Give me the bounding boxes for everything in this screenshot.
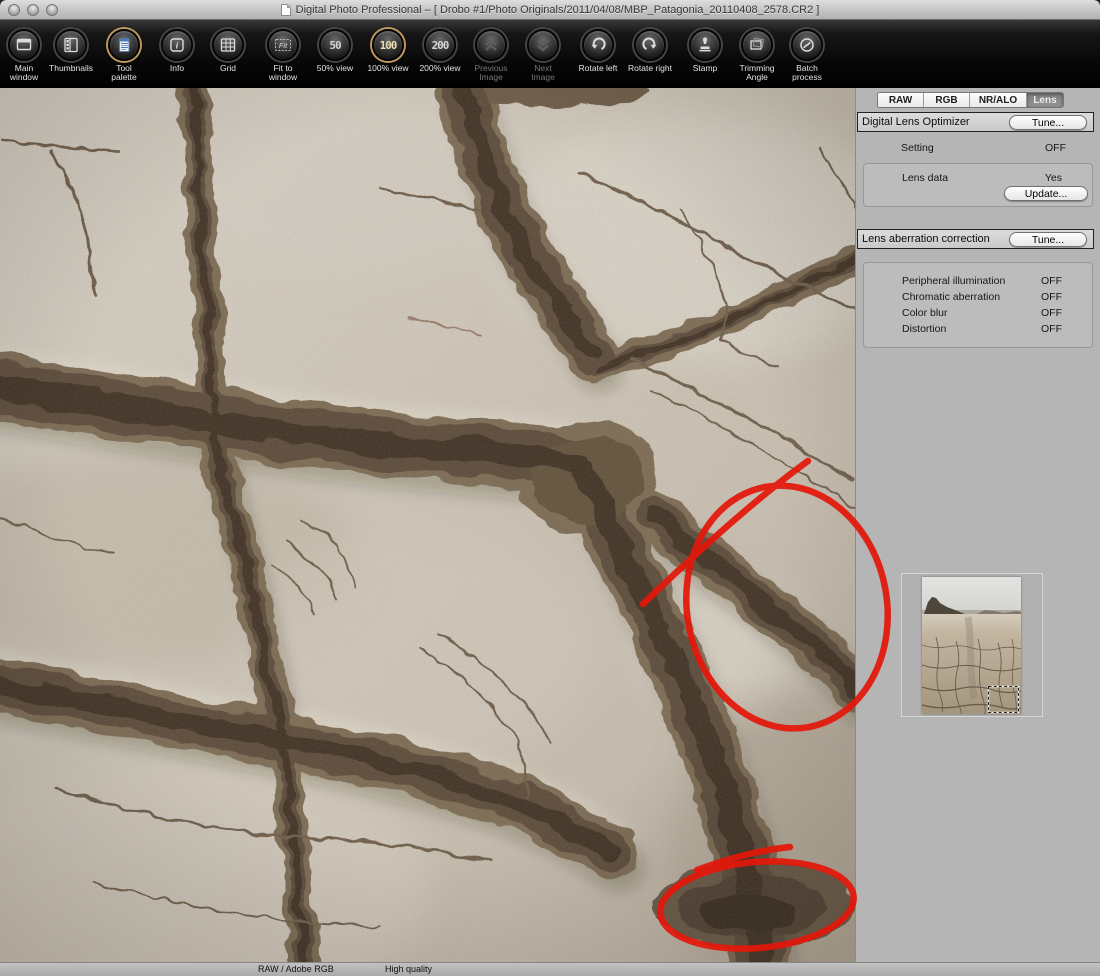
toolbar-label: 200% view [411, 64, 469, 73]
color-space-status: RAW / Adobe RGB [258, 964, 334, 974]
svg-text:Fit: Fit [279, 41, 288, 50]
rotate-right-icon [641, 36, 659, 54]
titlebar: Digital Photo Professional – [ Drobo #1/… [0, 0, 1100, 20]
lac-title: Lens aberration correction [858, 233, 990, 245]
peripheral-illumination-value: OFF [1041, 275, 1062, 287]
next-image-icon [534, 36, 552, 54]
toolbar-label: Previous Image [462, 64, 520, 82]
toolbar-label: Tool palette [95, 64, 153, 82]
chromatic-aberration-label: Chromatic aberration [902, 291, 1000, 303]
photo-thumbnail[interactable] [922, 577, 1021, 714]
toolbar-label: Info [148, 64, 206, 73]
distortion-label: Distortion [902, 323, 946, 335]
toolbar-label: Stamp [676, 64, 734, 73]
grid-icon [219, 36, 237, 54]
toolbar-button-info[interactable]: i Info [148, 29, 206, 73]
content-area: RAW RGB NR/ALO Lens Digital Lens Optimiz… [0, 88, 1100, 962]
chromatic-aberration-value: OFF [1041, 291, 1062, 303]
toolbar-label: 50% view [306, 64, 364, 73]
peripheral-illumination-label: Peripheral illumination [902, 275, 1005, 287]
lens-data-value: Yes [1045, 172, 1062, 184]
toolbar-button-stamp[interactable]: Stamp [676, 29, 734, 73]
quality-status: High quality [385, 964, 432, 974]
color-blur-value: OFF [1041, 307, 1062, 319]
fit-to-window-icon: Fit [273, 36, 293, 54]
setting-value: OFF [1045, 142, 1066, 154]
toolbar-label: Rotate right [621, 64, 679, 73]
toolbar-label: Thumbnails [42, 64, 100, 73]
document-icon [281, 4, 291, 16]
window-title-area: Digital Photo Professional – [ Drobo #1/… [0, 0, 1100, 20]
tab-lens[interactable]: Lens [1027, 93, 1063, 107]
tool-palette-panel: RAW RGB NR/ALO Lens Digital Lens Optimiz… [855, 88, 1100, 962]
toolbar-label: Next Image [514, 64, 572, 82]
dlo-title: Digital Lens Optimizer [858, 116, 970, 128]
toolbar-button-rotate-right[interactable]: Rotate right [621, 29, 679, 73]
tab-raw[interactable]: RAW [878, 93, 924, 107]
toolbar-button-tool-palette[interactable]: Tool palette [95, 29, 153, 82]
window-title: Digital Photo Professional – [ Drobo #1/… [296, 4, 820, 16]
distortion-value: OFF [1041, 323, 1062, 335]
rotate-left-icon [589, 36, 607, 54]
batch-process-icon [798, 36, 816, 54]
toolbar-button-rotate-left[interactable]: Rotate left [569, 29, 627, 73]
svg-text:i: i [176, 42, 179, 52]
navigator-thumbnail-box [901, 573, 1043, 717]
lens-data-box: Lens data Yes Update... [863, 163, 1093, 207]
toolbar-button-grid[interactable]: Grid [199, 29, 257, 73]
toolbar-button-previous-image[interactable]: Previous Image [462, 29, 520, 82]
toolbar-button-100-view[interactable]: 100 100% view [359, 29, 417, 73]
toolbar-button-50-view[interactable]: 50 50% view [306, 29, 364, 73]
toolbar-label: Fit to window [254, 64, 312, 82]
statusbar: RAW / Adobe RGB High quality [0, 962, 1100, 976]
lac-box: Peripheral illumination OFF Chromatic ab… [863, 262, 1093, 348]
toolbar-label: Batch process [778, 64, 836, 82]
toolbar: Main window Thumbnails Tool palette i In… [0, 20, 1100, 88]
zoom-50-icon: 50 [329, 39, 340, 52]
dlo-tune-button[interactable]: Tune... [1009, 115, 1087, 130]
dlo-header: Digital Lens Optimizer Tune... [857, 112, 1094, 132]
tab-nr-alo[interactable]: NR/ALO [970, 93, 1027, 107]
toolbar-label: Rotate left [569, 64, 627, 73]
info-icon: i [168, 36, 186, 54]
lens-data-update-button[interactable]: Update... [1004, 186, 1088, 201]
tab-rgb[interactable]: RGB [924, 93, 970, 107]
zoom-100-icon: 100 [380, 39, 397, 52]
toolbar-label: Grid [199, 64, 257, 73]
previous-image-icon [482, 36, 500, 54]
zoom-200-icon: 200 [432, 39, 449, 52]
lens-data-label: Lens data [902, 172, 948, 184]
mud-photo [0, 88, 855, 962]
toolbar-button-batch-process[interactable]: Batch process [778, 29, 836, 82]
lac-header: Lens aberration correction Tune... [857, 229, 1094, 249]
main-window-icon [15, 36, 33, 54]
toolbar-button-200-view[interactable]: 200 200% view [411, 29, 469, 73]
color-blur-label: Color blur [902, 307, 948, 319]
trimming-angle-icon [748, 36, 766, 54]
image-viewer[interactable] [0, 88, 855, 962]
thumbnails-icon [62, 36, 80, 54]
toolbar-button-next-image[interactable]: Next Image [514, 29, 572, 82]
tool-palette-icon [115, 36, 133, 54]
stamp-icon [696, 36, 714, 54]
dpp-window: Digital Photo Professional – [ Drobo #1/… [0, 0, 1100, 976]
toolbar-button-thumbnails[interactable]: Thumbnails [42, 29, 100, 73]
palette-tabs: RAW RGB NR/ALO Lens [877, 92, 1064, 108]
toolbar-label: 100% view [359, 64, 417, 73]
setting-label: Setting [901, 142, 934, 154]
lac-tune-button[interactable]: Tune... [1009, 232, 1087, 247]
toolbar-button-fit-to-window[interactable]: Fit Fit to window [254, 29, 312, 82]
